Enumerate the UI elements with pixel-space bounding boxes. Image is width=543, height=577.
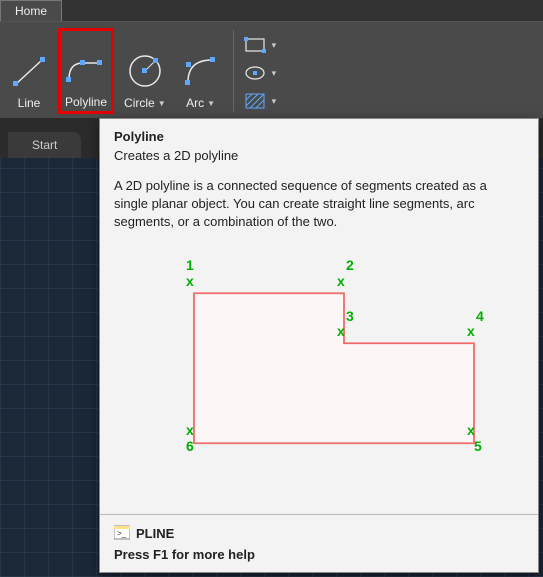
vertex-number: 4 xyxy=(476,309,484,323)
command-row: >_ PLINE xyxy=(114,525,524,541)
document-tab-start[interactable]: Start xyxy=(8,132,81,158)
tool-arc-label: Arc▼ xyxy=(186,96,215,110)
tool-hatch[interactable]: ▾ xyxy=(241,88,280,114)
caret-down-icon: ▼ xyxy=(207,99,215,108)
vertex-mark: x xyxy=(337,324,345,338)
tool-line[interactable]: Line xyxy=(4,28,54,114)
tab-home-label: Home xyxy=(15,4,47,18)
caret-down-icon: ▼ xyxy=(158,99,166,108)
tool-circle[interactable]: Circle▼ xyxy=(118,28,172,114)
hatch-icon xyxy=(244,92,266,110)
rectangle-icon xyxy=(244,36,266,54)
ribbon-tab-bar: Home xyxy=(0,0,543,22)
vertex-number: 3 xyxy=(346,309,354,323)
tooltip-title: Polyline xyxy=(114,129,524,144)
tool-circle-label: Circle▼ xyxy=(124,96,166,110)
tooltip-popup: Polyline Creates a 2D polyline A 2D poly… xyxy=(99,118,539,573)
ellipse-icon xyxy=(244,64,266,82)
caret-down-icon: ▾ xyxy=(272,68,277,79)
vertex-mark: x xyxy=(186,274,194,288)
caret-down-icon: ▾ xyxy=(272,40,277,51)
vertex-number: 5 xyxy=(474,439,482,453)
vertex-mark: x xyxy=(337,274,345,288)
tool-line-label: Line xyxy=(18,96,41,110)
line-icon xyxy=(10,52,48,90)
command-name: PLINE xyxy=(136,526,174,541)
tab-home[interactable]: Home xyxy=(0,0,62,21)
ribbon-draw-panel: Line Polyline Circle▼ xyxy=(0,22,543,118)
tool-polyline-label: Polyline xyxy=(65,95,107,109)
tool-arc[interactable]: Arc▼ xyxy=(176,28,226,114)
arc-icon xyxy=(182,52,220,90)
vertex-mark: x xyxy=(467,324,475,338)
small-tools-group: ▾ ▾ ▾ xyxy=(241,28,280,114)
help-hint: Press F1 for more help xyxy=(114,547,524,562)
tool-ellipse[interactable]: ▾ xyxy=(241,60,280,86)
vertex-mark: x xyxy=(186,423,194,437)
tooltip-diagram: x 1 x 2 x 3 x 4 x 5 x 6 xyxy=(124,252,514,494)
vertex-mark: x xyxy=(467,423,475,437)
tooltip-body: Polyline Creates a 2D polyline A 2D poly… xyxy=(100,119,538,514)
polyline-icon xyxy=(65,51,107,89)
command-prompt-icon: >_ xyxy=(114,525,130,541)
polyline-diagram-icon xyxy=(124,252,514,494)
tooltip-subtitle: Creates a 2D polyline xyxy=(114,148,524,163)
start-tab-label: Start xyxy=(32,138,57,152)
separator xyxy=(233,30,234,112)
tool-rectangle[interactable]: ▾ xyxy=(241,32,280,58)
vertex-number: 6 xyxy=(186,439,194,453)
circle-icon xyxy=(126,52,164,90)
tool-polyline[interactable]: Polyline xyxy=(58,28,114,114)
vertex-number: 1 xyxy=(186,258,194,272)
caret-down-icon: ▾ xyxy=(272,96,277,107)
vertex-number: 2 xyxy=(346,258,354,272)
tooltip-footer: >_ PLINE Press F1 for more help xyxy=(100,514,538,572)
tooltip-description: A 2D polyline is a connected sequence of… xyxy=(114,177,524,232)
svg-text:>_: >_ xyxy=(117,529,127,538)
